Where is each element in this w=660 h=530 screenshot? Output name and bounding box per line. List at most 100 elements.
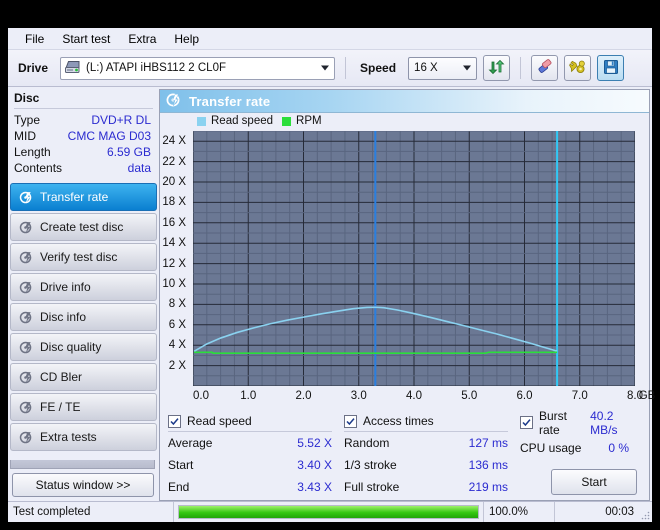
tools-icon: [569, 59, 586, 78]
chart-plot-area: [193, 131, 635, 386]
drive-select[interactable]: (L:) ATAPI iHBS112 2 CL0F: [60, 56, 336, 80]
result-row-third-stroke: 1/3 stroke 136 ms: [344, 454, 520, 476]
x-tick-label: 4.0: [406, 390, 422, 402]
menu-bar: File Start test Extra Help: [8, 28, 652, 49]
drive-value: (L:) ATAPI iHBS112 2 CL0F: [86, 62, 227, 74]
average-value: 5.52 X: [297, 436, 332, 451]
burst-rate-results: Burst rate 40.2 MB/s CPU usage 0 % Start: [520, 409, 641, 498]
x-tick-label: 2.0: [295, 390, 312, 402]
chevron-down-icon[interactable]: [463, 65, 472, 71]
read-speed-results: Read speed Average 5.52 X Start 3.40 X E…: [168, 414, 344, 498]
legend-label-rpm: RPM: [296, 115, 322, 127]
disc-burn-icon: [19, 221, 33, 234]
result-row-random: Random 127 ms: [344, 432, 520, 454]
status-bar: Test completed 100.0% 00:03: [8, 501, 652, 522]
menu-item-extra[interactable]: Extra: [119, 30, 165, 48]
start-value: 3.40 X: [297, 458, 332, 473]
disc-burn-icon: [19, 191, 33, 204]
third-stroke-value: 136 ms: [468, 458, 508, 473]
disc-info-row-contents: Contents data: [10, 160, 157, 176]
burst-rate-header: Burst rate 40.2 MB/s: [520, 409, 641, 437]
chevron-down-icon[interactable]: [321, 65, 330, 71]
panel-header: Transfer rate: [160, 90, 649, 113]
read-speed-checkbox[interactable]: [168, 414, 181, 428]
menu-item-start-test[interactable]: Start test: [53, 30, 119, 48]
settings-button[interactable]: [564, 55, 592, 81]
access-times-checkbox[interactable]: [344, 414, 357, 428]
drive-icon: [64, 59, 81, 77]
start-button[interactable]: Start: [551, 469, 637, 495]
disc-type-value: DVD+R DL: [91, 113, 151, 127]
sidebar-item-label: Drive info: [40, 280, 91, 294]
y-tick-label: 10 X: [162, 278, 186, 290]
disc-burn-icon: [19, 281, 33, 294]
disc-mid-value: CMC MAG D03: [67, 129, 151, 143]
save-button[interactable]: [597, 55, 625, 81]
y-tick-label: 22 X: [162, 155, 186, 168]
x-axis-unit-label: GB: [638, 390, 656, 402]
application-window: File Start test Extra Help Drive (L:) AT…: [8, 28, 655, 522]
sidebar-nav: Transfer rate Create test disc Verify test…: [10, 183, 157, 451]
average-label: Average: [168, 436, 213, 451]
chart-legend: Read speed RPM: [197, 115, 322, 127]
disc-divider: [14, 108, 153, 109]
eraser-icon: [536, 58, 553, 78]
status-panel: [10, 459, 155, 469]
resize-grip-icon[interactable]: [639, 502, 652, 522]
sidebar-item-create-test-disc[interactable]: Create test disc: [10, 213, 157, 241]
sidebar-item-extra-tests[interactable]: Extra tests: [10, 423, 157, 451]
disc-length-value: 6.59 GB: [106, 145, 151, 159]
sidebar-item-label: Verify test disc: [40, 250, 118, 264]
menu-item-help[interactable]: Help: [165, 30, 208, 48]
disc-mid-label: MID: [14, 129, 36, 143]
y-tick-label: 12 X: [162, 257, 186, 270]
access-times-results: Access times Random 127 ms 1/3 stroke 13…: [344, 414, 520, 498]
sidebar-item-label: Create test disc: [40, 220, 124, 234]
refresh-icon: [488, 59, 505, 78]
result-row-average: Average 5.52 X: [168, 432, 344, 454]
x-axis-ticks: 0.0 1.0 2.0 3.0 4.0 5.0 6.0 7.0 8.0 GB: [193, 388, 655, 406]
sidebar-item-disc-quality[interactable]: Disc quality: [10, 333, 157, 361]
speed-select[interactable]: 16 X: [408, 56, 478, 80]
burst-rate-checkbox[interactable]: [520, 416, 533, 429]
y-tick-label: 2 X: [168, 359, 186, 372]
sidebar-item-label: FE / TE: [40, 400, 81, 414]
y-tick-label: 24 X: [162, 135, 186, 148]
sidebar-item-disc-info[interactable]: Disc info: [10, 303, 157, 331]
disc-burn-icon: [19, 371, 33, 384]
cpu-usage-value: 0 %: [608, 441, 629, 455]
x-tick-label: 7.0: [571, 390, 588, 402]
save-floppy-icon: [603, 59, 619, 78]
y-axis-ticks: 2 X 4 X 6 X 8 X 10 X 12 X 14 X 16 X 18 X 20 X 22 X…: [160, 113, 190, 408]
sidebar-item-label: Disc info: [40, 310, 87, 324]
sidebar-item-drive-info[interactable]: Drive info: [10, 273, 157, 301]
sidebar-item-label: Disc quality: [40, 340, 102, 354]
disc-contents-value: data: [127, 161, 151, 175]
sidebar: Disc Type DVD+R DL MID CMC MAG D03 Lengt…: [8, 87, 157, 501]
result-row-end: End 3.43 X: [168, 476, 344, 498]
burst-rate-value: 40.2 MB/s: [590, 408, 618, 437]
burst-rate-title: Burst rate: [539, 408, 568, 437]
menu-item-file[interactable]: File: [16, 30, 53, 48]
y-tick-label: 6 X: [168, 318, 186, 331]
results-area: Read speed Average 5.52 X Start 3.40 X E…: [160, 408, 649, 500]
sidebar-item-verify-test-disc[interactable]: Verify test disc: [10, 243, 157, 271]
disc-burn-icon: [19, 401, 33, 414]
disc-burn-icon: [19, 251, 33, 264]
sidebar-item-cd-bler[interactable]: CD Bler: [10, 363, 157, 391]
disc-heading: Disc: [14, 91, 40, 105]
disc-type-label: Type: [14, 113, 41, 127]
status-window-button[interactable]: Status window >>: [12, 473, 154, 497]
progress-percent: 100.0%: [484, 502, 555, 522]
random-value: 127 ms: [468, 436, 508, 451]
legend-swatch-read-speed: [197, 116, 206, 126]
sidebar-item-transfer-rate[interactable]: Transfer rate: [10, 183, 157, 211]
status-message: Test completed: [8, 502, 174, 522]
progress-bar: [174, 502, 484, 522]
progress-fill: [179, 506, 478, 518]
refresh-button[interactable]: [483, 55, 511, 81]
sidebar-item-fe-te[interactable]: FE / TE: [10, 393, 157, 421]
erase-button[interactable]: [531, 55, 559, 81]
x-tick-label: 5.0: [461, 390, 478, 402]
end-value: 3.43 X: [297, 480, 332, 495]
